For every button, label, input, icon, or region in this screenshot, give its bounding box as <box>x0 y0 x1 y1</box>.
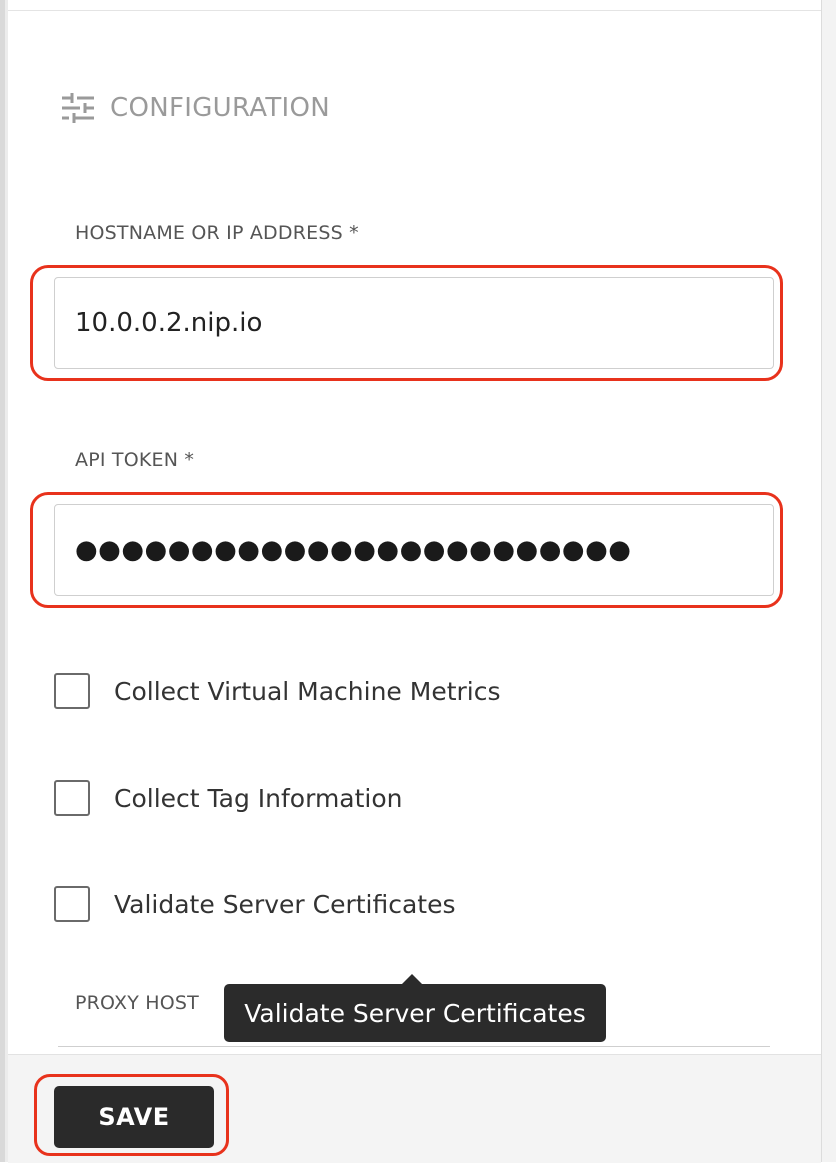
proxy-host-input[interactable] <box>58 1046 770 1047</box>
checkbox-row-tag-info[interactable]: Collect Tag Information <box>54 776 403 820</box>
checkbox-row-vm-metrics[interactable]: Collect Virtual Machine Metrics <box>54 669 501 713</box>
panel-top-divider <box>8 10 821 11</box>
section-header: CONFIGURATION <box>60 88 330 128</box>
section-title: CONFIGURATION <box>110 93 331 123</box>
api-token-input[interactable] <box>54 504 774 596</box>
panel-left-shadow <box>5 0 8 1162</box>
vm-metrics-label[interactable]: Collect Virtual Machine Metrics <box>114 677 501 706</box>
tag-info-checkbox[interactable] <box>54 780 90 816</box>
tooltip: Validate Server Certificates <box>224 984 606 1042</box>
validate-certs-checkbox[interactable] <box>54 886 90 922</box>
sliders-icon <box>60 90 96 126</box>
hostname-input[interactable] <box>54 277 774 369</box>
panel-scrollbar-track[interactable] <box>822 0 836 1162</box>
vm-metrics-checkbox[interactable] <box>54 673 90 709</box>
tooltip-arrow <box>402 974 422 984</box>
validate-certs-label[interactable]: Validate Server Certificates <box>114 890 456 919</box>
save-button[interactable]: SAVE <box>54 1086 214 1148</box>
proxy-host-label: PROXY HOST <box>75 992 199 1014</box>
hostname-label: HOSTNAME OR IP ADDRESS * <box>75 222 359 244</box>
tag-info-label[interactable]: Collect Tag Information <box>114 784 403 813</box>
api-token-label: API TOKEN * <box>75 449 195 471</box>
checkbox-row-validate-certs[interactable]: Validate Server Certificates <box>54 882 456 926</box>
